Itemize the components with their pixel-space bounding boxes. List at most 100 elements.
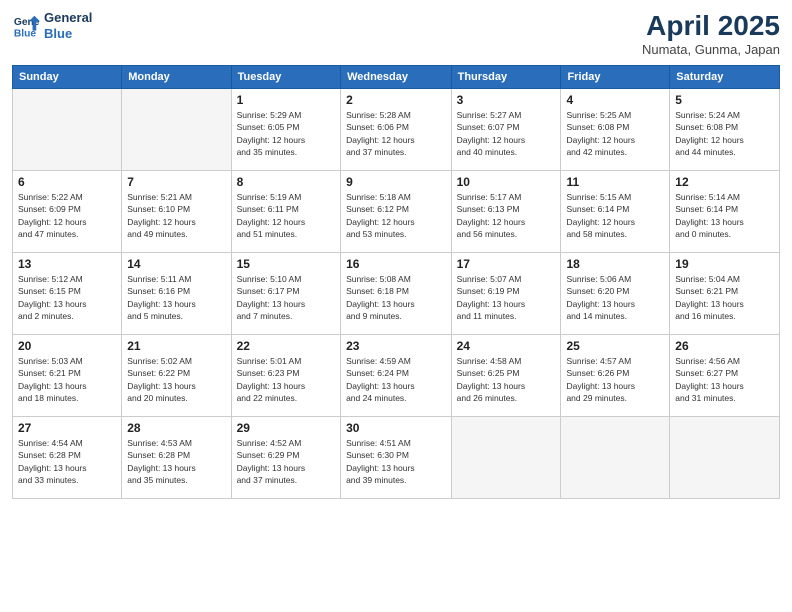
- calendar-cell: 5Sunrise: 5:24 AM Sunset: 6:08 PM Daylig…: [670, 89, 780, 171]
- calendar-cell: 26 Sunrise: 4:56 AM Sunset: 6:27 PM Dayli…: [670, 335, 780, 417]
- calendar-cell: 17Sunrise: 5:07 AM Sunset: 6:19 PM Dayli…: [451, 253, 561, 335]
- calendar-cell: 19 Sunrise: 5:04 AM Sunset: 6:21 PM Dayli…: [670, 253, 780, 335]
- day-number: 9: [346, 175, 446, 189]
- day-info: Sunrise: 5:21 AM Sunset: 6:10 PM Dayligh…: [127, 191, 225, 240]
- day-number: 30: [346, 421, 446, 435]
- day-info: Sunrise: 5:15 AM Sunset: 6:14 PM Dayligh…: [566, 191, 664, 240]
- day-number: 29: [237, 421, 335, 435]
- calendar-cell: 28 Sunrise: 4:53 AM Sunset: 6:28 PM Dayli…: [122, 417, 231, 499]
- calendar-cell: [13, 89, 122, 171]
- title-block: April 2025 Numata, Gunma, Japan: [642, 10, 780, 57]
- day-info: Sunrise: 5:02 AM Sunset: 6:22 PM Dayligh…: [127, 355, 225, 404]
- calendar-cell: [451, 417, 561, 499]
- day-info: Sunrise: 5:12 AM Sunset: 6:15 PM Dayligh…: [18, 273, 116, 322]
- calendar-cell: 7 Sunrise: 5:21 AM Sunset: 6:10 PM Daylig…: [122, 171, 231, 253]
- calendar-cell: [122, 89, 231, 171]
- calendar-cell: 27 Sunrise: 4:54 AM Sunset: 6:28 PM Dayli…: [13, 417, 122, 499]
- calendar-cell: 22Sunrise: 5:01 AM Sunset: 6:23 PM Dayli…: [231, 335, 340, 417]
- weekday-header: Sunday: [13, 66, 122, 89]
- calendar-cell: 18 Sunrise: 5:06 AM Sunset: 6:20 PM Dayli…: [561, 253, 670, 335]
- day-number: 1: [237, 93, 335, 107]
- calendar-cell: 24Sunrise: 4:58 AM Sunset: 6:25 PM Dayli…: [451, 335, 561, 417]
- day-number: 25: [566, 339, 664, 353]
- calendar-header-row: SundayMondayTuesdayWednesdayThursdayFrid…: [13, 66, 780, 89]
- day-info: Sunrise: 4:52 AM Sunset: 6:29 PM Dayligh…: [237, 437, 335, 486]
- calendar-cell: 8 Sunrise: 5:19 AM Sunset: 6:11 PM Daylig…: [231, 171, 340, 253]
- day-number: 13: [18, 257, 116, 271]
- weekday-header: Tuesday: [231, 66, 340, 89]
- calendar-cell: 21Sunrise: 5:02 AM Sunset: 6:22 PM Dayli…: [122, 335, 231, 417]
- calendar-cell: [670, 417, 780, 499]
- calendar-cell: 30Sunrise: 4:51 AM Sunset: 6:30 PM Dayli…: [341, 417, 452, 499]
- day-info: Sunrise: 5:03 AM Sunset: 6:21 PM Dayligh…: [18, 355, 116, 404]
- day-number: 12: [675, 175, 774, 189]
- day-info: Sunrise: 5:06 AM Sunset: 6:20 PM Dayligh…: [566, 273, 664, 322]
- day-number: 28: [127, 421, 225, 435]
- calendar-cell: 20 Sunrise: 5:03 AM Sunset: 6:21 PM Dayli…: [13, 335, 122, 417]
- day-info: Sunrise: 5:28 AM Sunset: 6:06 PM Dayligh…: [346, 109, 446, 158]
- calendar-cell: 9 Sunrise: 5:18 AM Sunset: 6:12 PM Daylig…: [341, 171, 452, 253]
- calendar-cell: 15 Sunrise: 5:10 AM Sunset: 6:17 PM Dayli…: [231, 253, 340, 335]
- calendar-cell: 25 Sunrise: 4:57 AM Sunset: 6:26 PM Dayli…: [561, 335, 670, 417]
- calendar-body: 1Sunrise: 5:29 AM Sunset: 6:05 PM Daylig…: [13, 89, 780, 499]
- calendar-cell: 1Sunrise: 5:29 AM Sunset: 6:05 PM Daylig…: [231, 89, 340, 171]
- weekday-header: Saturday: [670, 66, 780, 89]
- calendar-week-row: 20 Sunrise: 5:03 AM Sunset: 6:21 PM Dayli…: [13, 335, 780, 417]
- weekday-header: Thursday: [451, 66, 561, 89]
- day-number: 2: [346, 93, 446, 107]
- weekday-header: Friday: [561, 66, 670, 89]
- calendar-cell: 11Sunrise: 5:15 AM Sunset: 6:14 PM Dayli…: [561, 171, 670, 253]
- calendar-cell: 23Sunrise: 4:59 AM Sunset: 6:24 PM Dayli…: [341, 335, 452, 417]
- day-info: Sunrise: 5:14 AM Sunset: 6:14 PM Dayligh…: [675, 191, 774, 240]
- calendar-week-row: 13 Sunrise: 5:12 AM Sunset: 6:15 PM Dayli…: [13, 253, 780, 335]
- day-number: 6: [18, 175, 116, 189]
- calendar-cell: 12 Sunrise: 5:14 AM Sunset: 6:14 PM Dayli…: [670, 171, 780, 253]
- calendar-week-row: 6 Sunrise: 5:22 AM Sunset: 6:09 PM Daylig…: [13, 171, 780, 253]
- month-title: April 2025: [642, 10, 780, 42]
- calendar-cell: 14 Sunrise: 5:11 AM Sunset: 6:16 PM Dayli…: [122, 253, 231, 335]
- day-number: 14: [127, 257, 225, 271]
- day-info: Sunrise: 5:01 AM Sunset: 6:23 PM Dayligh…: [237, 355, 335, 404]
- weekday-header: Monday: [122, 66, 231, 89]
- calendar-week-row: 27 Sunrise: 4:54 AM Sunset: 6:28 PM Dayli…: [13, 417, 780, 499]
- day-number: 17: [457, 257, 556, 271]
- calendar-cell: 4 Sunrise: 5:25 AM Sunset: 6:08 PM Daylig…: [561, 89, 670, 171]
- day-number: 26: [675, 339, 774, 353]
- day-info: Sunrise: 5:25 AM Sunset: 6:08 PM Dayligh…: [566, 109, 664, 158]
- day-info: Sunrise: 4:54 AM Sunset: 6:28 PM Dayligh…: [18, 437, 116, 486]
- day-number: 16: [346, 257, 446, 271]
- day-number: 3: [457, 93, 556, 107]
- day-number: 7: [127, 175, 225, 189]
- logo: General Blue General Blue: [12, 10, 92, 41]
- day-info: Sunrise: 4:56 AM Sunset: 6:27 PM Dayligh…: [675, 355, 774, 404]
- weekday-header: Wednesday: [341, 66, 452, 89]
- page-header: General Blue General Blue April 2025 Num…: [12, 10, 780, 57]
- day-number: 23: [346, 339, 446, 353]
- day-info: Sunrise: 5:04 AM Sunset: 6:21 PM Dayligh…: [675, 273, 774, 322]
- day-info: Sunrise: 5:08 AM Sunset: 6:18 PM Dayligh…: [346, 273, 446, 322]
- day-info: Sunrise: 4:57 AM Sunset: 6:26 PM Dayligh…: [566, 355, 664, 404]
- calendar-cell: 3Sunrise: 5:27 AM Sunset: 6:07 PM Daylig…: [451, 89, 561, 171]
- day-info: Sunrise: 5:17 AM Sunset: 6:13 PM Dayligh…: [457, 191, 556, 240]
- day-number: 15: [237, 257, 335, 271]
- day-number: 18: [566, 257, 664, 271]
- day-number: 8: [237, 175, 335, 189]
- calendar-cell: 10Sunrise: 5:17 AM Sunset: 6:13 PM Dayli…: [451, 171, 561, 253]
- calendar: SundayMondayTuesdayWednesdayThursdayFrid…: [12, 65, 780, 499]
- day-number: 19: [675, 257, 774, 271]
- day-number: 27: [18, 421, 116, 435]
- day-info: Sunrise: 5:18 AM Sunset: 6:12 PM Dayligh…: [346, 191, 446, 240]
- day-info: Sunrise: 5:10 AM Sunset: 6:17 PM Dayligh…: [237, 273, 335, 322]
- calendar-cell: [561, 417, 670, 499]
- day-number: 5: [675, 93, 774, 107]
- logo-text: General Blue: [44, 10, 92, 41]
- day-info: Sunrise: 5:19 AM Sunset: 6:11 PM Dayligh…: [237, 191, 335, 240]
- day-info: Sunrise: 4:53 AM Sunset: 6:28 PM Dayligh…: [127, 437, 225, 486]
- location: Numata, Gunma, Japan: [642, 42, 780, 57]
- day-info: Sunrise: 5:22 AM Sunset: 6:09 PM Dayligh…: [18, 191, 116, 240]
- day-number: 4: [566, 93, 664, 107]
- day-info: Sunrise: 5:11 AM Sunset: 6:16 PM Dayligh…: [127, 273, 225, 322]
- calendar-cell: 13 Sunrise: 5:12 AM Sunset: 6:15 PM Dayli…: [13, 253, 122, 335]
- day-number: 20: [18, 339, 116, 353]
- logo-icon: General Blue: [12, 12, 40, 40]
